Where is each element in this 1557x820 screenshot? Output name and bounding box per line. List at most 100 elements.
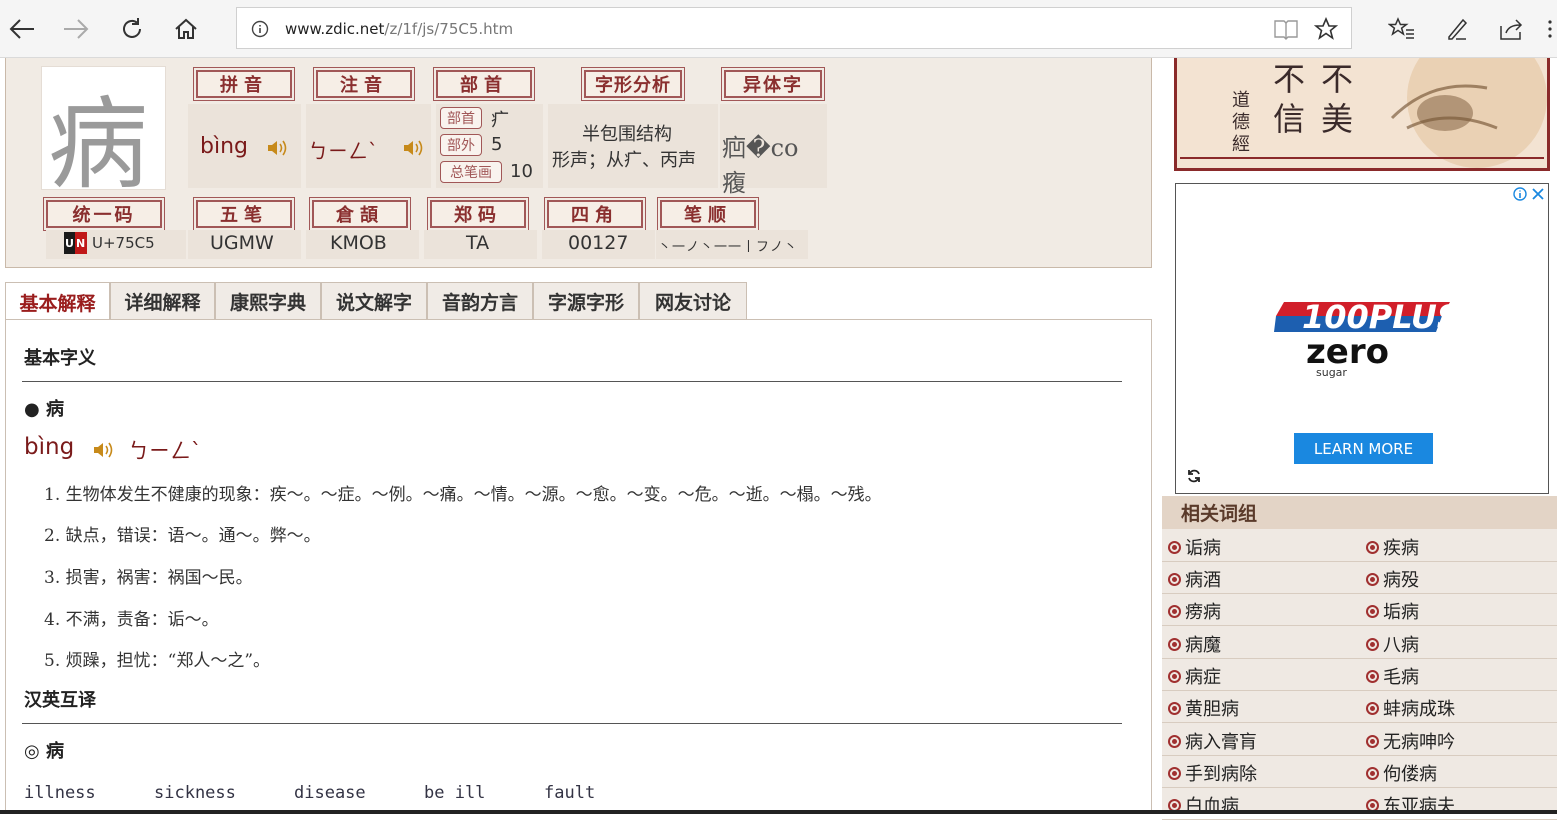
total-tag: 总笔画 [440,161,502,183]
favorite-star-icon[interactable] [1314,17,1338,41]
favorites-list-icon[interactable] [1382,10,1422,48]
wubi-cell: UGMW [188,230,301,259]
definition-item: 5. 烦躁，担忧：“郑人～之”。 [44,651,271,671]
related-word-link[interactable]: 八病 [1366,631,1419,657]
sijiao-cell: 00127 [542,230,655,259]
back-icon[interactable] [2,10,42,48]
tab-yinyun[interactable]: 音韵方言 [427,282,533,320]
english-word: fault [544,783,596,803]
pinyin-value: bìng [200,134,248,159]
svg-text:U: U [65,237,74,250]
info-icon[interactable] [251,20,269,38]
zhengma-cell: TA [424,230,537,259]
list-item: 病酒 病殁 [1162,562,1557,594]
related-word-link[interactable]: 白血病 [1168,792,1239,818]
related-word-link[interactable]: 病症 [1168,663,1221,689]
ad-sub: sugar [1316,366,1347,379]
tab-kangxi[interactable]: 康熙字典 [215,282,321,320]
tab-ziyuan[interactable]: 字源字形 [533,282,639,320]
url-text[interactable]: www.zdic.net/z/1f/js/75C5.htm [285,20,513,38]
related-word-link[interactable]: 佝偻病 [1366,760,1437,786]
banner-text: 信 [1273,100,1306,138]
related-word-link[interactable]: 病殁 [1366,566,1419,592]
list-item: 手到病除 佝偻病 [1162,756,1557,788]
ad-refresh-icon[interactable] [1186,468,1202,484]
total-strokes: 10 [510,161,533,182]
related-word-link[interactable]: 垢病 [1366,598,1419,624]
definition-item: 4. 不满，责备：诟～。 [44,610,219,630]
related-word-link[interactable]: 病魔 [1168,631,1221,657]
label-bishun: 笔顺 [657,197,759,231]
section-basic-meaning: 基本字义 [24,348,96,369]
related-word-link[interactable]: 疾病 [1366,534,1419,560]
bullet-icon [1168,734,1181,748]
label-sijiao: 四角 [544,197,646,231]
section-translation: 汉英互译 [24,690,96,711]
speaker-icon[interactable] [266,138,288,158]
related-word-link[interactable]: 病酒 [1168,566,1221,592]
unicode-value: U+75C5 [92,234,155,252]
tab-discussion[interactable]: 网友讨论 [639,282,747,320]
label-zhengma: 郑码 [427,197,529,231]
tab-detailed[interactable]: 详细解释 [110,282,215,320]
banner-image[interactable]: 不 不 信 美 道 德 經 [1174,58,1550,171]
learn-more-button[interactable]: LEARN MORE [1294,433,1433,464]
list-item: 病症 毛病 [1162,659,1557,691]
label-bushou: 部首 [433,67,535,101]
more-icon[interactable] [1542,10,1557,48]
radical-tag: 部首 [440,107,482,129]
bullet-icon [1366,734,1379,748]
home-icon[interactable] [166,10,206,48]
sijiao-value: 00127 [568,232,629,254]
ad-choices-icon[interactable] [1512,186,1546,202]
list-item: 病魔 八病 [1162,627,1557,659]
tab-basic[interactable]: 基本解释 [5,282,110,321]
wubi-value: UGMW [210,232,274,254]
related-word-link[interactable]: 病入膏肓 [1168,728,1257,754]
radical-value[interactable]: 疒 [491,106,509,132]
speaker-icon[interactable] [402,138,424,158]
advertisement[interactable]: 100PLUS zero sugar LEARN MORE [1175,183,1549,494]
list-item: 白血病 东亚病夫 [1162,788,1557,820]
divider [22,723,1122,724]
related-word-link[interactable]: 毛病 [1366,663,1419,689]
related-word-link[interactable]: 痨病 [1168,598,1221,624]
radical-cell: 部首 疒 部外 5 总笔画 10 [436,104,543,188]
bullet-icon [1168,572,1181,586]
refresh-icon[interactable] [112,10,152,48]
related-word-link[interactable]: 无病呻吟 [1366,728,1455,754]
reading-view-icon[interactable] [1273,18,1299,40]
related-word-link[interactable]: 黄胆病 [1168,695,1239,721]
related-word-link[interactable]: 蚌病成珠 [1366,695,1455,721]
address-bar[interactable]: www.zdic.net/z/1f/js/75C5.htm [236,7,1352,49]
share-icon[interactable] [1491,10,1531,48]
related-words-panel: 相关词组 诟病 疾病 病酒 病殁 痨病 垢病 病魔 八病 病症 毛病 黄胆病 蚌… [1162,496,1557,820]
related-word-link[interactable]: 东亚病夫 [1366,792,1455,818]
bullet-icon [1366,604,1379,618]
structure-value: 半包围结构 [582,124,672,145]
related-word-link[interactable]: 诟病 [1168,534,1221,560]
english-word: be ill [424,783,486,803]
related-word-link[interactable]: 手到病除 [1168,760,1257,786]
list-item: 病入膏肓 无病呻吟 [1162,724,1557,756]
character-info-panel: 病 拼音 注音 部首 字形分析 异体字 bìng ㄅㄧㄥˋ 部首 疒 部外 5 … [5,58,1152,268]
zhuyin-cell: ㄅㄧㄥˋ [306,104,431,188]
bullet-icon [1168,637,1181,651]
banner-text: 美 [1321,100,1354,138]
pen-notes-icon[interactable] [1437,10,1477,48]
banner-text: 經 [1232,134,1250,155]
ad-brand: 100PLUS [1302,298,1460,336]
tab-shuowen[interactable]: 说文解字 [321,282,427,320]
speaker-icon[interactable] [92,440,114,460]
character-image: 病 [41,66,166,203]
taskbar-edge [0,810,1557,814]
definition-tabs: 基本解释 详细解释 康熙字典 说文解字 音韵方言 字源字形 网友讨论 [5,282,1152,321]
page: 病 拼音 注音 部首 字形分析 异体字 bìng ㄅㄧㄥˋ 部首 疒 部外 5 … [0,58,1557,820]
zhuyin-value: ㄅㄧㄥˋ [308,139,378,163]
forward-icon[interactable] [56,10,96,48]
variant-cell: 㾎�co 癁 [720,104,827,197]
bullet-icon [1366,669,1379,683]
entry-zhuyin: ㄅㄧㄥˋ [128,439,202,463]
label-zixing: 字形分析 [581,67,685,101]
variant-value[interactable]: 㾎�co 癁 [722,128,827,198]
